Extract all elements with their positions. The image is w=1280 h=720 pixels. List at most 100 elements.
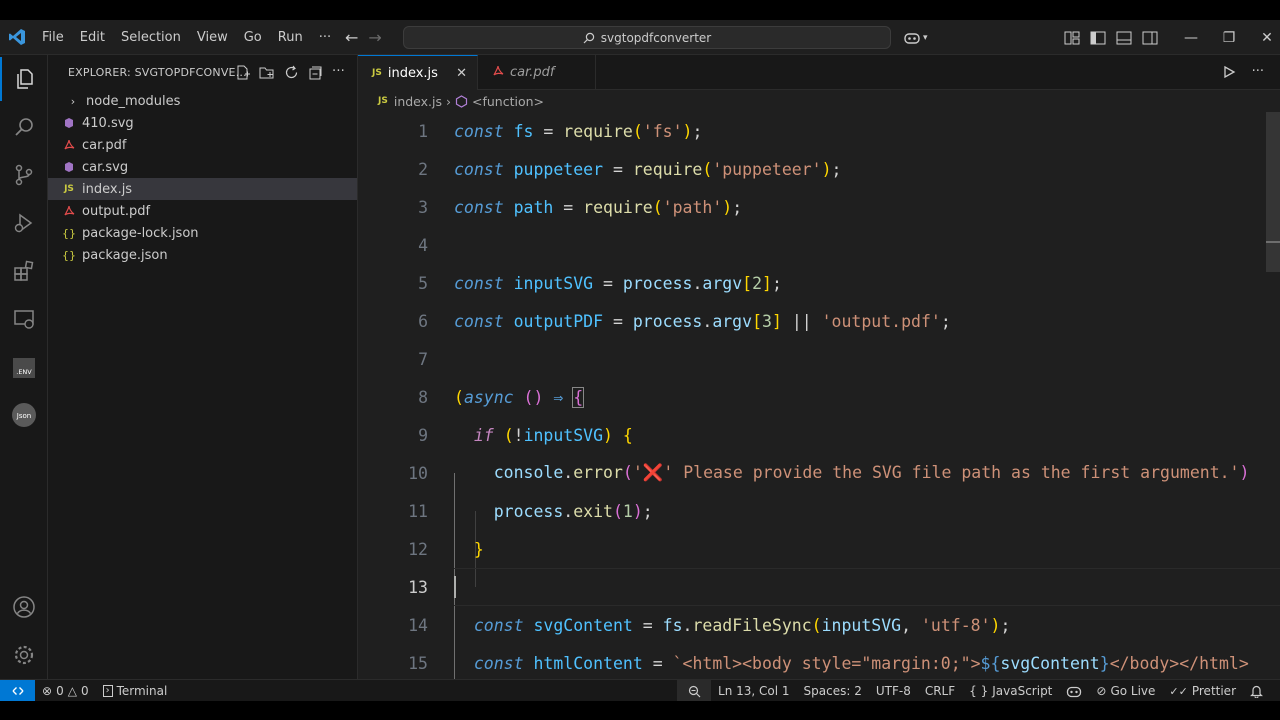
- zoom-indicator[interactable]: [677, 680, 712, 702]
- tree-item-car-svg[interactable]: car.svg: [48, 156, 357, 178]
- vscode-logo-icon: [0, 20, 34, 55]
- line-number: 5: [418, 273, 428, 293]
- refresh-icon[interactable]: [284, 65, 299, 80]
- tree-item-package-lock-json[interactable]: {} package-lock.json: [48, 222, 357, 244]
- language-mode[interactable]: { } JavaScript: [962, 680, 1059, 702]
- search-text: svgtopdfconverter: [600, 30, 712, 45]
- tree-item-label: car.pdf: [82, 137, 127, 153]
- remote-explorer-activity[interactable]: [0, 297, 48, 341]
- code-editor[interactable]: 1 const fs = require('fs'); 2 const pupp…: [358, 112, 1280, 679]
- svg-file-icon: [62, 161, 76, 173]
- toggle-panel-icon[interactable]: [1116, 31, 1132, 45]
- copilot-button[interactable]: ▾: [903, 20, 928, 55]
- end-of-line[interactable]: CRLF: [918, 680, 962, 702]
- json-activity[interactable]: Json: [0, 393, 48, 437]
- close-icon[interactable]: ✕: [456, 66, 467, 81]
- line-number: 12: [408, 539, 428, 559]
- explorer-sidebar: EXPLORER: SVGTOPDFCONVE... ··· › node_mo…: [48, 55, 358, 679]
- files-icon: [17, 69, 33, 89]
- forward-arrow-icon[interactable]: →: [368, 28, 381, 47]
- accounts-activity[interactable]: [0, 585, 48, 629]
- notifications-button[interactable]: [1243, 680, 1270, 702]
- back-arrow-icon[interactable]: ←: [345, 28, 358, 47]
- encoding[interactable]: UTF-8: [869, 680, 918, 702]
- tree-item-410-svg[interactable]: 410.svg: [48, 112, 357, 134]
- minimize-icon[interactable]: —: [1172, 30, 1210, 46]
- menu-more[interactable]: ···: [311, 20, 339, 55]
- extensions-icon: [14, 260, 34, 281]
- code-line: 2 const puppeteer = require('puppeteer')…: [358, 150, 1280, 188]
- breadcrumb: JS index.js › <function>: [358, 90, 1280, 112]
- go-live-label: Go Live: [1110, 684, 1156, 698]
- vertical-scrollbar[interactable]: [1266, 112, 1280, 272]
- line-number: 2: [418, 159, 428, 179]
- tree-item-node-modules[interactable]: › node_modules: [48, 90, 357, 112]
- new-folder-icon[interactable]: [259, 65, 275, 80]
- toggle-secondary-sidebar-icon[interactable]: [1142, 31, 1158, 45]
- line-number: 8: [418, 387, 428, 407]
- copilot-status[interactable]: [1059, 680, 1089, 702]
- tree-item-car-pdf[interactable]: car.pdf: [48, 134, 357, 156]
- source-control-activity[interactable]: [0, 153, 48, 197]
- tab-index-js[interactable]: JS index.js ✕: [358, 55, 478, 90]
- copilot-icon: [904, 32, 920, 44]
- tree-item-label: output.pdf: [82, 203, 151, 219]
- extensions-activity[interactable]: [0, 249, 48, 293]
- indentation[interactable]: Spaces: 2: [797, 680, 869, 702]
- source-control-icon: [15, 164, 33, 186]
- pdf-file-icon: [62, 205, 76, 217]
- problems-indicator[interactable]: ⊗ 0 △ 0: [35, 680, 96, 702]
- number-literal: 3: [762, 311, 772, 331]
- tree-item-output-pdf[interactable]: output.pdf: [48, 200, 357, 222]
- customize-layout-icon[interactable]: [1064, 31, 1080, 45]
- prettier-status[interactable]: ✓✓ Prettier: [1162, 680, 1243, 702]
- more-actions-icon[interactable]: ···: [332, 65, 345, 80]
- menu-run[interactable]: Run: [270, 20, 311, 55]
- tab-car-pdf[interactable]: car.pdf: [478, 55, 596, 90]
- restore-icon[interactable]: ❐: [1210, 30, 1248, 46]
- close-window-icon[interactable]: ✕: [1248, 30, 1280, 46]
- run-file-icon[interactable]: [1222, 65, 1236, 79]
- menu-file[interactable]: File: [34, 20, 72, 55]
- breadcrumb-symbol[interactable]: <function>: [472, 94, 544, 109]
- new-file-icon[interactable]: [235, 65, 250, 80]
- breadcrumb-file[interactable]: index.js: [394, 94, 442, 109]
- tab-label: index.js: [387, 65, 438, 81]
- string-literal: 'path': [662, 197, 723, 217]
- tree-item-index-js[interactable]: JS index.js: [48, 178, 357, 200]
- command-center-search[interactable]: svgtopdfconverter: [403, 26, 891, 49]
- tree-item-package-json[interactable]: {} package.json: [48, 244, 357, 266]
- copilot-icon: [1067, 686, 1082, 697]
- go-live-button[interactable]: ⊘ Go Live: [1089, 680, 1162, 702]
- menu-view[interactable]: View: [189, 20, 236, 55]
- account-icon: [13, 596, 35, 618]
- js-file-icon: JS: [372, 68, 382, 78]
- json-tool-icon: Json: [12, 403, 36, 427]
- cursor-position[interactable]: Ln 13, Col 1: [711, 680, 797, 702]
- toggle-primary-sidebar-icon[interactable]: [1090, 31, 1106, 45]
- menu-edit[interactable]: Edit: [72, 20, 113, 55]
- terminal-label: Terminal: [116, 683, 168, 698]
- line-number: 14: [408, 615, 428, 635]
- search-icon: [583, 32, 594, 43]
- remote-indicator[interactable]: [0, 679, 35, 702]
- chevron-down-icon: ▾: [923, 32, 928, 43]
- env-activity[interactable]: .ENV: [0, 346, 48, 390]
- json-file-icon: {}: [62, 248, 76, 262]
- more-actions-icon[interactable]: ···: [1252, 65, 1264, 79]
- language-label: JavaScript: [992, 684, 1053, 698]
- run-debug-activity[interactable]: [0, 201, 48, 245]
- explorer-activity[interactable]: [0, 57, 48, 101]
- manage-activity[interactable]: [0, 633, 48, 677]
- search-activity[interactable]: [0, 105, 48, 149]
- env-file-icon: .ENV: [13, 358, 35, 378]
- menu-go[interactable]: Go: [236, 20, 270, 55]
- bell-icon: [1250, 685, 1263, 698]
- number-literal: 2: [752, 273, 763, 293]
- collapse-all-icon[interactable]: [308, 65, 323, 80]
- menu-selection[interactable]: Selection: [113, 20, 189, 55]
- warning-count: 0: [80, 683, 89, 698]
- js-file-icon: JS: [378, 96, 388, 106]
- terminal-button[interactable]: › Terminal: [96, 680, 175, 702]
- line-number: 1: [418, 121, 428, 141]
